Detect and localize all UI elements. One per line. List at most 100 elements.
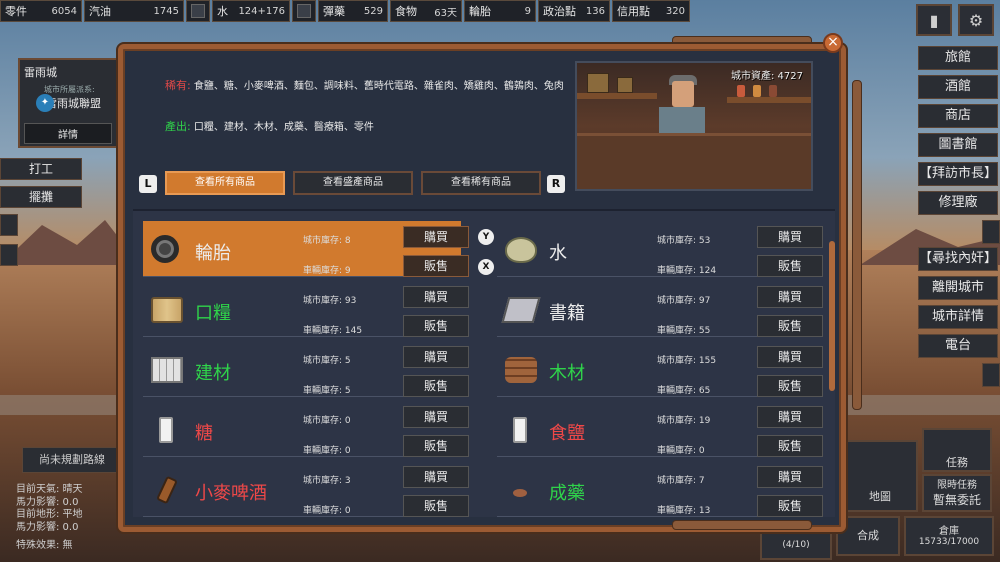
menu-tavern[interactable]: 酒館 <box>918 75 998 99</box>
resource-credits: 信用點 320 <box>612 0 690 22</box>
tasks-button[interactable]: 任務 <box>922 428 992 472</box>
trade-dialog: 稀有: 食鹽、糖、小麥啤酒、麵包、調味料、舊時代電路、雜雀肉、矯雞肉、鶴鶉肉、兔… <box>118 44 846 532</box>
tasks-label: 任務 <box>946 456 968 469</box>
menu-inn[interactable]: 旅館 <box>918 46 998 70</box>
menu-visit-mayor[interactable]: 【拜訪市長】 <box>918 162 998 186</box>
route-status[interactable]: 尚未規劃路線 <box>22 447 122 473</box>
goods-row-book[interactable]: 書籍 城市庫存: 97 車輛庫存: 55 購買 販售 <box>497 281 823 337</box>
wood-log-icon <box>505 357 537 383</box>
sell-button[interactable]: 販售 <box>757 255 823 277</box>
menu-library[interactable]: 圖書館 <box>918 133 998 157</box>
sell-button[interactable]: 販售 <box>757 435 823 457</box>
sell-button[interactable]: 販售 <box>757 375 823 397</box>
status-line: 目前地形: 平地 <box>16 509 83 520</box>
left-tab-stub[interactable] <box>0 214 18 236</box>
goods-name: 建材 <box>195 363 231 384</box>
buy-button[interactable]: 購買 <box>757 226 823 248</box>
work-button[interactable]: 打工 <box>0 158 82 180</box>
pill-icon <box>505 477 537 503</box>
faction-emblem-icon: ✦ <box>36 94 54 112</box>
left-tab-stub[interactable] <box>0 244 18 266</box>
tire-icon <box>151 235 179 263</box>
status-line: 目前天氣: 晴天 <box>16 484 83 495</box>
key-l-hint: L <box>139 175 157 193</box>
warehouse-label: 倉庫 <box>939 526 959 537</box>
buy-button[interactable]: 購買 <box>403 226 469 248</box>
city-stock: 城市庫存: 93 <box>303 296 357 306</box>
warehouse-button[interactable]: 倉庫 15733/17000 <box>904 516 994 556</box>
right-tab-stub[interactable] <box>982 363 1000 387</box>
menu-repair-shop[interactable]: 修理廠 <box>918 191 998 215</box>
thermometer-icon <box>186 0 210 22</box>
sell-button[interactable]: 販售 <box>403 315 469 337</box>
city-stock: 城市庫存: 0 <box>303 416 351 426</box>
goods-row-sugar[interactable]: 糖 城市庫存: 0 車輛庫存: 0 購買 販售 <box>143 401 469 457</box>
resource-bar: 零件 6054 汽油 1745 水 124+176 彈藥 529 食物 63天 輪胎 9 政… <box>0 0 690 26</box>
resource-political-points: 政治點 136 <box>538 0 610 22</box>
tab-produced-goods[interactable]: 查看盛產商品 <box>293 171 413 195</box>
tab-all-goods[interactable]: 查看所有商品 <box>165 171 285 195</box>
close-icon[interactable]: × <box>823 33 843 53</box>
key-r-hint: R <box>547 175 565 193</box>
menu-city-details[interactable]: 城市詳情 <box>918 305 998 329</box>
goods-name: 小麥啤酒 <box>195 483 267 504</box>
buy-button[interactable]: 購買 <box>757 286 823 308</box>
sell-button[interactable]: 販售 <box>403 495 469 517</box>
skull-icon <box>292 0 316 22</box>
goods-row-salt[interactable]: 食鹽 城市庫存: 19 車輛庫存: 0 購買 販售 <box>497 401 823 457</box>
menu-find-spy[interactable]: 【尋找內奸】 <box>918 247 998 271</box>
sell-button[interactable]: 販售 <box>757 495 823 517</box>
goods-name: 書籍 <box>549 303 585 324</box>
buy-button[interactable]: 購買 <box>757 466 823 488</box>
menu-radio[interactable]: 電台 <box>918 334 998 358</box>
vehicle-stock: 車輛庫存: 0 <box>657 446 705 456</box>
resource-label: 信用點 <box>617 5 650 18</box>
city-card: 雷雨城 城市所屬派系: ✦ 雷雨城聯盟 詳情 <box>18 58 118 148</box>
goods-row-tire[interactable]: 輪胎 城市庫存: 8 車輛庫存: 9 購買 販售 <box>143 221 469 277</box>
buy-button[interactable]: 購買 <box>757 406 823 428</box>
resource-value: 9 <box>524 5 531 17</box>
limited-task-button[interactable]: 限時任務 暫無委託 <box>922 474 992 512</box>
stall-button[interactable]: 擺攤 <box>0 186 82 208</box>
ration-can-icon <box>151 297 183 323</box>
gear-icon[interactable]: ⚙ <box>958 4 994 36</box>
city-goods-info: 稀有: 食鹽、糖、小麥啤酒、麵包、調味料、舊時代電路、雜雀肉、矯雞肉、鶴鶉肉、兔… <box>165 79 575 135</box>
resource-food: 食物 63天 <box>390 0 462 22</box>
produce-goods-list: 口糧、建材、木材、成藥、醫療箱、零件 <box>193 122 374 133</box>
goods-row-wood[interactable]: 木材 城市庫存: 155 車輛庫存: 65 購買 販售 <box>497 341 823 397</box>
sell-button[interactable]: 販售 <box>403 435 469 457</box>
city-faction-caption: 城市所屬派系: <box>44 85 95 94</box>
sell-button[interactable]: 販售 <box>757 315 823 337</box>
right-tab-stub[interactable] <box>982 220 1000 244</box>
city-detail-button[interactable]: 詳情 <box>24 123 112 144</box>
resource-label: 水 <box>217 5 228 18</box>
resource-ammo: 彈藥 529 <box>318 0 388 22</box>
map-label: 地圖 <box>869 490 891 503</box>
buy-button[interactable]: 購買 <box>403 466 469 488</box>
buy-button[interactable]: 購買 <box>403 346 469 368</box>
goods-scrollbar[interactable] <box>829 241 835 391</box>
goods-row-ration[interactable]: 口糧 城市庫存: 93 車輛庫存: 145 購買 販售 <box>143 281 469 337</box>
city-wealth: 城市資產: 4727 <box>731 71 803 82</box>
map-button[interactable]: 地圖 <box>842 440 918 512</box>
sell-button[interactable]: 販售 <box>403 375 469 397</box>
key-x-hint: X <box>478 259 494 275</box>
goods-row-medicine[interactable]: 成藥 城市庫存: 7 車輛庫存: 13 購買 販售 <box>497 461 823 517</box>
menu-leave-city[interactable]: 離開城市 <box>918 276 998 300</box>
goods-row-water[interactable]: 水 城市庫存: 53 車輛庫存: 124 購買 販售 <box>497 221 823 277</box>
buy-button[interactable]: 購買 <box>403 286 469 308</box>
menu-shop[interactable]: 商店 <box>918 104 998 128</box>
goods-row-wheat-beer[interactable]: 小麥啤酒 城市庫存: 3 車輛庫存: 0 購買 販售 <box>143 461 469 517</box>
vehicle-stock: 車輛庫存: 0 <box>303 506 351 516</box>
goods-name: 水 <box>549 243 567 264</box>
tab-rare-goods[interactable]: 查看稀有商品 <box>421 171 541 195</box>
sell-button[interactable]: 販售 <box>403 255 469 277</box>
resource-value: 6054 <box>51 5 77 17</box>
produce-label: 產出: <box>165 120 191 133</box>
resource-value: 1745 <box>153 5 179 17</box>
journal-icon[interactable]: ▮ <box>916 4 952 36</box>
buy-button[interactable]: 購買 <box>757 346 823 368</box>
goods-row-building-material[interactable]: 建材 城市庫存: 5 車輛庫存: 5 購買 販售 <box>143 341 469 397</box>
brick-icon <box>151 357 183 383</box>
buy-button[interactable]: 購買 <box>403 406 469 428</box>
